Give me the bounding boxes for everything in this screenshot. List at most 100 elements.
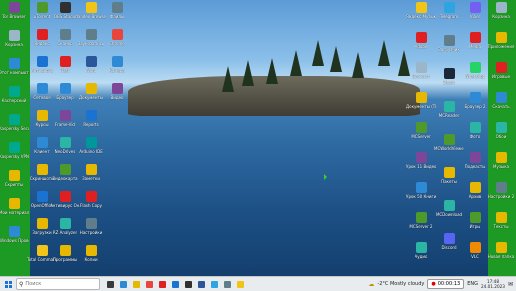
desktop-shortcut[interactable]: Документы <box>78 83 104 111</box>
desktop-shortcut[interactable]: Браузер <box>52 83 78 111</box>
desktop-shortcut-label: uTorrent <box>33 14 51 19</box>
antivirus-icon <box>36 56 48 67</box>
desktop-shortcut[interactable]: Arduino IDE <box>78 137 104 165</box>
desktop-shortcut[interactable]: Скачать <box>488 92 514 120</box>
wallpaper-tree <box>290 50 302 76</box>
taskbar-obs-button[interactable] <box>183 279 194 289</box>
desktop-shortcut[interactable]: Блокнот <box>408 62 434 90</box>
desktop-shortcut[interactable]: Загрузчик <box>436 35 462 63</box>
desktop-shortcut[interactable]: RZ Analyzer <box>52 218 78 246</box>
desktop-shortcut[interactable]: Заметки <box>78 164 104 192</box>
desktop-shortcut[interactable]: Видеокарта <box>52 164 78 192</box>
desktop-shortcut[interactable]: Word <box>78 56 104 84</box>
desktop-shortcut[interactable]: WhatsApp <box>462 62 488 90</box>
desktop-shortcut[interactable]: Браузер 2 <box>462 92 488 120</box>
taskbar-chrome-button[interactable] <box>144 279 155 289</box>
desktop-shortcut[interactable]: Настройки <box>78 218 104 246</box>
taskbar-edge-button[interactable] <box>118 279 129 289</box>
search-input[interactable] <box>25 281 90 287</box>
desktop-shortcut[interactable]: Игровые <box>488 62 514 90</box>
notification-icon[interactable]: ✉ <box>508 281 513 288</box>
clock[interactable]: 17:48 24.01.2023 <box>481 279 505 289</box>
desktop-shortcut[interactable]: MCWorldViewer <box>434 134 464 162</box>
desktop-shortcut[interactable]: Архив <box>462 182 488 210</box>
client-icon <box>36 137 48 148</box>
wallpaper-tree <box>378 40 390 66</box>
desktop-shortcut-label: Настройки 2 <box>487 194 515 199</box>
taskbar-word-button[interactable] <box>196 279 207 289</box>
desktop-shortcut[interactable]: MCReader <box>436 101 462 129</box>
language-indicator[interactable]: ENG <box>467 281 478 287</box>
taskbar-telegram-button[interactable] <box>209 279 220 289</box>
desktop-shortcut[interactable]: Файлы <box>104 2 130 30</box>
desktop-shortcut[interactable]: Tor Browser <box>1 2 27 30</box>
desktop-shortcut[interactable]: Программы <box>52 245 78 273</box>
desktop-shortcut[interactable]: Frame-Vid <box>52 110 78 138</box>
desktop-shortcut[interactable]: Яндекс Музыка <box>406 2 436 30</box>
desktop-shortcut[interactable]: MCServer 2 <box>408 212 434 240</box>
desktop-shortcut[interactable]: Media <box>462 32 488 60</box>
desktop-shortcut[interactable]: Windows Проверки <box>0 226 29 254</box>
desktop-shortcut[interactable]: Корзина <box>1 30 27 58</box>
taskbar-task-view-button[interactable] <box>105 279 116 289</box>
desktop-shortcut[interactable]: Мои материалы <box>0 198 29 226</box>
desktop-shortcut[interactable]: Adobe <box>408 32 434 60</box>
desktop-shortcut[interactable]: Игры <box>462 212 488 240</box>
desktop-shortcut[interactable]: Скрипты <box>1 170 27 198</box>
taskbar-store-button[interactable] <box>170 279 181 289</box>
desktop-shortcut[interactable]: Подкасты <box>462 152 488 180</box>
desktop-shortcut[interactable]: Урок 50 Книги <box>406 182 436 210</box>
desktop-shortcut[interactable]: Reports <box>78 110 104 138</box>
desktop-shortcut[interactable]: Пакеты <box>436 167 462 195</box>
desktop-shortcut[interactable]: Антивирус Онлайн <box>50 191 80 219</box>
recording-timer[interactable]: ● 00:00:13 <box>427 279 465 289</box>
weather-text[interactable]: -2°C Mostly cloudy <box>377 281 424 287</box>
desktop-shortcut[interactable]: Документы (ТВ) <box>406 92 436 120</box>
desktop-shortcut[interactable]: Telegram <box>436 2 462 30</box>
desktop-shortcut[interactable]: Звукозапись <box>78 29 104 57</box>
desktop-shortcut[interactable]: Этот компьютер <box>0 58 29 86</box>
desktop-shortcut[interactable]: OBS Studio <box>52 2 78 30</box>
desktop-shortcut[interactable]: MCServer <box>408 122 434 150</box>
desktop-shortcut[interactable]: Flash Copy <box>78 191 104 219</box>
weather-icon[interactable]: ☁ <box>368 281 374 288</box>
desktop-shortcut[interactable]: Discord <box>436 233 462 261</box>
desktop-shortcut[interactable]: Аудио <box>408 242 434 270</box>
taskbar-yandex-button[interactable] <box>157 279 168 289</box>
desktop-shortcut[interactable]: Видео <box>104 83 130 111</box>
desktop-shortcut[interactable]: VLC <box>462 242 488 270</box>
desktop-shortcut[interactable]: Тексты <box>488 212 514 240</box>
taskbar-explorer-button[interactable] <box>131 279 142 289</box>
wallpaper-tree <box>222 66 234 92</box>
desktop-shortcut[interactable]: MCDownload <box>436 200 462 228</box>
desktop-shortcut[interactable]: Музыка <box>488 152 514 180</box>
antivirus-online-icon <box>59 191 71 202</box>
desktop-shortcut[interactable]: Yandex Browser <box>76 2 106 30</box>
desktop-shortcut[interactable]: Kaspersky Secure <box>0 114 29 142</box>
desktop-shortcut[interactable]: Урок 11 Видео <box>406 152 436 180</box>
desktop-shortcut-label: MCServer 2 <box>409 224 433 229</box>
desktop-shortcut[interactable]: Сканер <box>52 29 78 57</box>
desktop-shortcut[interactable]: Настройки 2 <box>488 182 514 210</box>
desktop-shortcut[interactable]: Обои <box>488 122 514 150</box>
desktop-shortcut[interactable]: Kaspersky VPN <box>0 142 29 170</box>
media-icon <box>469 32 481 43</box>
desktop-shortcut[interactable]: Viber <box>462 2 488 30</box>
desktop-shortcut[interactable]: Касперский <box>1 86 27 114</box>
desktop-shortcut[interactable]: Камера <box>104 56 130 84</box>
desktop-shortcut[interactable]: Копии <box>78 245 104 273</box>
desktop-shortcut[interactable]: Фото <box>462 122 488 150</box>
desktop-shortcut[interactable]: Steam <box>436 68 462 96</box>
desktop-shortcut[interactable]: Приложения <box>488 32 514 60</box>
desktop-shortcut[interactable]: NeoDrives <box>52 137 78 165</box>
desktop-shortcut[interactable]: Новая папка <box>488 242 514 270</box>
taskbar-search[interactable]: ⚲ <box>16 278 100 290</box>
desktop-shortcut[interactable]: Chrome <box>104 29 130 57</box>
desktop-shortcut[interactable]: Корзина <box>488 2 514 30</box>
taskbar-yandex-browser-button[interactable] <box>235 279 246 289</box>
desktop-shortcut[interactable]: Flash <box>52 56 78 84</box>
desktop-shortcut-label: Discord <box>441 245 457 250</box>
desktop-shortcut-label: Корзина <box>5 42 23 47</box>
start-button[interactable] <box>0 277 16 291</box>
taskbar-settings-button[interactable] <box>222 279 233 289</box>
